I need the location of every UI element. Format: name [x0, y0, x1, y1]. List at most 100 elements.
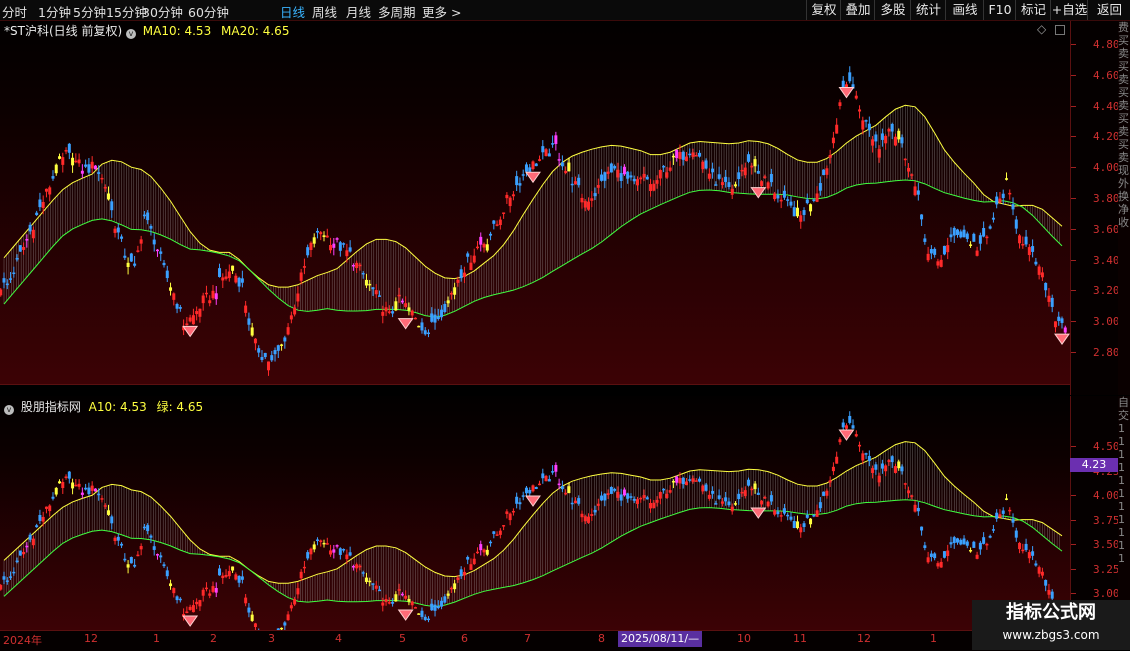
period-tab-6[interactable]: 日线: [280, 2, 305, 21]
date-tick: 2: [210, 632, 217, 645]
candle-body: [596, 185, 600, 188]
candle-body: [139, 239, 143, 244]
candle-body: [518, 502, 522, 505]
candle-body: [64, 150, 68, 152]
strip-char: 1: [1118, 448, 1125, 461]
candle-body: [626, 171, 630, 179]
period-tab-5[interactable]: 60分钟: [188, 2, 229, 21]
chevron-down-icon[interactable]: v: [4, 405, 14, 415]
candle-body: [577, 177, 581, 186]
candle-body: [724, 497, 728, 502]
candle-body: [632, 498, 636, 501]
chevron-down-icon[interactable]: v: [125, 29, 136, 39]
strip-char: 净: [1118, 203, 1129, 216]
toolbar-button-7[interactable]: +自选: [1050, 0, 1088, 20]
candle-body: [387, 311, 391, 313]
candle-body: [652, 502, 656, 509]
candle-body: [557, 483, 561, 486]
candle-body: [77, 483, 81, 487]
toolbar-button-3[interactable]: 统计: [910, 0, 946, 20]
candle-body: [678, 152, 682, 159]
candle-body: [972, 541, 976, 548]
candle-body: [273, 350, 277, 355]
candle-body: [149, 225, 153, 229]
toolbar-button-1[interactable]: 叠加: [840, 0, 875, 20]
toolbar-button-5[interactable]: F10: [983, 0, 1016, 20]
toolbar-button-4[interactable]: 画线: [945, 0, 984, 20]
period-tab-8[interactable]: 月线: [346, 2, 371, 21]
candle-body: [812, 199, 816, 202]
candle-body: [544, 149, 548, 157]
candle-body: [224, 276, 228, 279]
candle-body: [103, 505, 107, 507]
candle-body: [35, 212, 39, 216]
candle-body: [195, 601, 199, 605]
sub-chart-panel[interactable]: v 股朋指标网 A10: 4.53 绿: 4.65: [0, 396, 1070, 630]
candle-body: [116, 227, 120, 233]
candle-body: [443, 596, 447, 603]
period-tab-2[interactable]: 5分钟: [73, 2, 106, 21]
ma-band: [3, 105, 1060, 318]
period-tab-0[interactable]: 分时: [2, 2, 27, 21]
candle-body: [475, 551, 479, 554]
candle-body: [890, 123, 894, 132]
panel-divider[interactable]: [0, 384, 1070, 396]
toolbar-button-6[interactable]: 标记: [1015, 0, 1051, 20]
period-tab-9[interactable]: 多周期: [378, 2, 416, 21]
candle-body: [466, 253, 470, 257]
period-tab-4[interactable]: 30分钟: [142, 2, 183, 21]
candle-body: [789, 201, 793, 206]
candle-body: [263, 352, 267, 358]
candle-body: [603, 493, 607, 501]
signal-diamond-icon: [397, 318, 414, 330]
candle-body: [335, 238, 339, 240]
candle-body: [671, 481, 675, 483]
candle-body: [913, 186, 917, 196]
period-tab-3[interactable]: 15分钟: [106, 2, 147, 21]
candle-body: [521, 174, 525, 176]
candle-body: [492, 220, 496, 224]
candle-body: [564, 492, 568, 495]
candle-body: [867, 455, 871, 461]
main-candlestick-chart[interactable]: [0, 21, 1070, 384]
candle-body: [982, 537, 986, 544]
candle-body: [234, 275, 238, 283]
strip-char: 现: [1118, 164, 1129, 177]
toolbar-button-0[interactable]: 复权: [806, 0, 841, 20]
candle-body: [515, 496, 519, 504]
price-tick: 3.20: [1071, 284, 1120, 297]
period-tab-1[interactable]: 1分钟: [38, 2, 71, 21]
candle-body: [456, 577, 460, 580]
candle-body: [485, 244, 489, 251]
candle-body: [727, 182, 731, 187]
candle-body: [567, 162, 571, 172]
candle-body: [756, 170, 760, 174]
candle-body: [38, 515, 42, 521]
candle-body: [18, 550, 22, 556]
candle-body: [704, 484, 708, 491]
candle-body: [449, 293, 453, 295]
period-tab-10[interactable]: 更多 >: [422, 2, 461, 21]
ma10-label: MA10: 4.53: [142, 24, 212, 38]
sub-indicator-chart[interactable]: [0, 396, 1070, 630]
settings-diamond-icon[interactable]: ◇: [1037, 22, 1046, 36]
candle-body: [720, 182, 724, 186]
candle-body: [923, 238, 927, 242]
toolbar-button-8[interactable]: 返回: [1087, 0, 1130, 20]
strip-char: 卖: [1118, 73, 1129, 86]
toolbar-button-2[interactable]: 多股: [874, 0, 911, 20]
period-tab-7[interactable]: 周线: [312, 2, 337, 21]
candle-body: [364, 577, 368, 582]
candle-body: [126, 564, 130, 568]
candle-body: [691, 478, 695, 482]
candle-body: [613, 166, 617, 169]
candle-body: [218, 568, 222, 576]
signal-diamond-icon: [182, 615, 199, 627]
main-chart-panel[interactable]: *ST沪科(日线 前复权) v MA10: 4.53 MA20: 4.65 ◇: [0, 21, 1070, 384]
candle-body: [159, 251, 163, 254]
candle-body: [25, 239, 29, 241]
strip-char: 买: [1118, 86, 1129, 99]
candle-body: [400, 300, 404, 303]
candle-body: [815, 510, 819, 517]
candle-body: [799, 215, 803, 222]
